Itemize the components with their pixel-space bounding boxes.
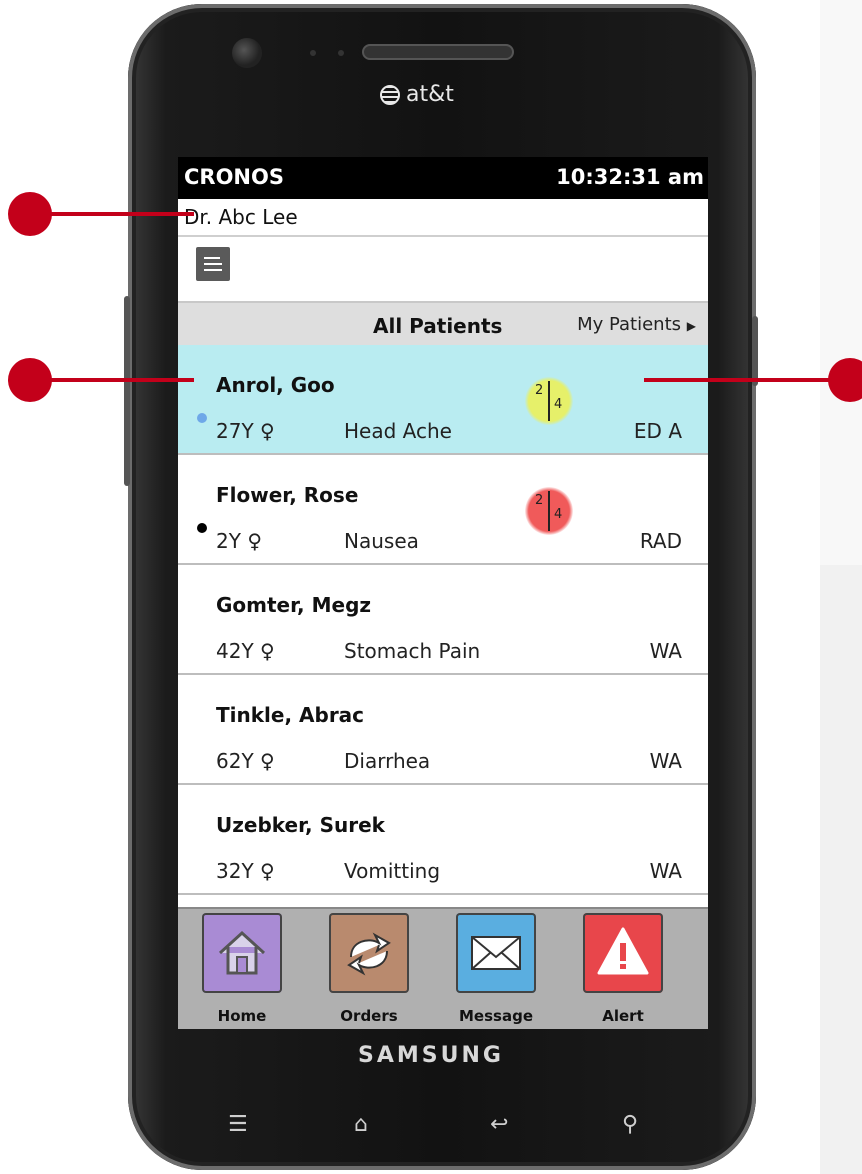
dock-orders-button[interactable]: Orders [319,913,419,1027]
patient-age: 62Y [216,749,254,773]
female-icon: ♀ [260,749,275,773]
dock-message-button[interactable]: Message [446,913,546,1027]
clock: 10:32:31 am [556,165,704,189]
patient-location: WA [649,749,682,773]
patient-name: Flower, Rose [216,483,359,507]
menu-button[interactable] [196,247,230,281]
patient-complaint: Vomitting [344,859,441,883]
filter-my-patients-label: My Patients [577,314,682,335]
patient-row[interactable]: Uzebker, Surek 32Y ♀ Vomitting WA [178,785,708,895]
background-panel-top [820,0,862,565]
patient-age: 27Y [216,419,254,443]
female-icon: ♀ [260,419,275,443]
patient-location: RAD [639,529,682,553]
dock-label: Home [217,1007,267,1025]
triage-right-value: 4 [554,507,563,522]
patient-name: Gomter, Megz [216,593,372,617]
patient-complaint: Stomach Pain [344,639,481,663]
patient-row[interactable]: Flower, Rose 2Y ♀ Nausea RAD 2 4 [178,455,708,565]
dock-label: Orders [340,1007,398,1025]
patient-age-sex: 2Y ♀ [216,529,262,553]
patient-age: 2Y [216,529,241,553]
warning-icon [583,913,663,993]
triage-divider [548,381,550,421]
chevron-right-icon: ▶ [686,319,696,333]
callout-line [644,378,834,382]
patient-list: Anrol, Goo 27Y ♀ Head Ache ED A 2 4 Flower, Ro… [178,345,708,895]
background-panel [820,565,862,1174]
patient-age: 32Y [216,859,254,883]
female-icon: ♀ [260,859,275,883]
callout-line [44,378,194,382]
patient-name: Anrol, Goo [216,373,335,397]
home-key-icon[interactable]: ⌂ [354,1114,368,1136]
carrier-name: at&t [406,82,454,107]
triage-divider [548,491,550,531]
patient-age-sex: 27Y ♀ [216,419,275,443]
dock-alert-button[interactable]: Alert [573,913,673,1027]
status-bar: CRONOS 10:32:31 am [178,157,708,199]
triage-left-value: 2 [535,493,544,508]
callout-line [44,212,194,216]
refresh-arrows-icon [329,913,409,993]
device-brand: SAMSUNG [358,1043,504,1068]
app-name: CRONOS [184,165,284,189]
patient-age: 42Y [216,639,254,663]
app-screen: CRONOS 10:32:31 am Dr. Abc Lee All Patie… [178,157,708,1029]
patient-age-sex: 62Y ♀ [216,749,275,773]
power-button [752,316,758,386]
patient-row[interactable]: Anrol, Goo 27Y ♀ Head Ache ED A 24 [178,345,708,455]
female-icon: ♀ [260,639,275,663]
home-icon [202,913,282,993]
sensor [338,50,344,56]
filter-my-patients[interactable]: My Patients ▶ [577,314,696,335]
triage-badge: 24 [525,377,573,425]
patient-age-sex: 42Y ♀ [216,639,275,663]
sensor [310,50,316,56]
patient-row[interactable]: Gomter, Megz 42Y ♀ Stomach Pain WA [178,565,708,675]
status-indicator-dot [197,523,207,533]
dock-label: Alert [602,1007,644,1025]
doctor-name: Dr. Abc Lee [184,205,298,229]
patient-name: Uzebker, Surek [216,813,385,837]
search-key-icon[interactable]: ⚲ [622,1114,638,1136]
patient-age-sex: 32Y ♀ [216,859,275,883]
envelope-icon [456,913,536,993]
menu-bar [178,237,708,301]
carrier-globe-icon [380,84,400,105]
patient-complaint: Nausea [344,529,419,553]
patient-row[interactable]: Tinkle, Abrac 62Y ♀ Diarrhea WA [178,675,708,785]
triage-left-value: 2 [535,383,544,398]
menu-key-icon[interactable]: ☰ [228,1114,248,1136]
dock-home-button[interactable]: Home [192,913,292,1027]
bottom-dock: Home Orders Message Alert [178,907,708,1029]
user-bar: Dr. Abc Lee [178,199,708,237]
front-camera [232,38,262,68]
back-key-icon[interactable]: ↩ [490,1114,508,1136]
patient-name: Tinkle, Abrac [216,703,365,727]
female-icon: ♀ [247,529,262,553]
patient-complaint: Head Ache [344,419,452,443]
status-indicator-dot [197,413,207,423]
filter-all-patients[interactable]: All Patients [373,314,502,338]
patient-location: ED A [633,419,682,443]
patient-location: WA [649,859,682,883]
earpiece-speaker [362,44,514,60]
patient-complaint: Diarrhea [344,749,431,773]
filter-bar: All Patients My Patients ▶ [178,301,708,345]
dock-label: Message [459,1007,533,1025]
triage-right-value: 4 [554,397,563,412]
patient-location: WA [649,639,682,663]
carrier-logo: at&t [380,82,454,107]
triage-badge: 24 [525,487,573,535]
volume-button [124,296,130,486]
